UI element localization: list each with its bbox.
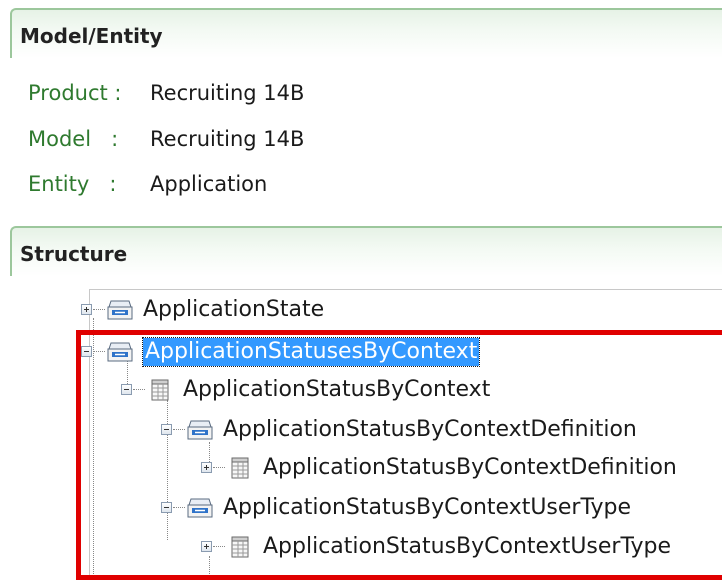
entity-label: Entity : xyxy=(28,172,117,196)
product-value: Recruiting 14B xyxy=(150,81,305,105)
model-entity-header: Model/Entity xyxy=(10,8,722,58)
product-label: Product : xyxy=(28,81,122,105)
entity-row: Entity : Application xyxy=(28,169,267,199)
red-highlight-box xyxy=(76,330,722,580)
collection-icon xyxy=(107,300,133,320)
expand-icon[interactable] xyxy=(81,304,92,315)
structure-header: Structure xyxy=(10,226,722,276)
product-row: Product : Recruiting 14B xyxy=(28,78,304,108)
structure-title: Structure xyxy=(20,242,128,266)
tree-node-label: ApplicationState xyxy=(143,297,325,322)
model-label: Model : xyxy=(28,127,119,151)
model-value: Recruiting 14B xyxy=(150,127,305,151)
entity-value: Application xyxy=(150,172,268,196)
model-entity-title: Model/Entity xyxy=(20,24,163,48)
model-row: Model : Recruiting 14B xyxy=(28,124,304,154)
